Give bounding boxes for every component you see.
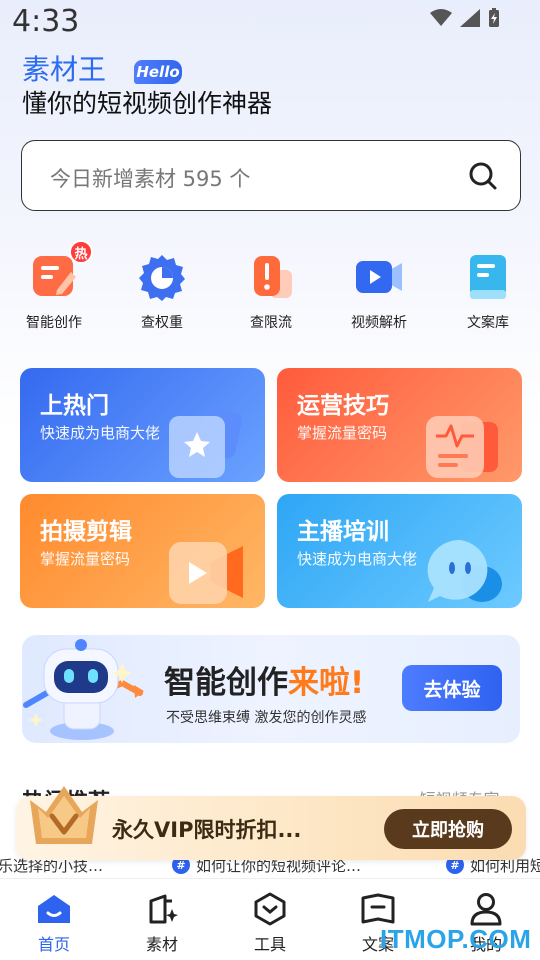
slogan: 懂你的短视频创作神器 bbox=[22, 89, 273, 118]
vip-text: 永久VIP限时折扣... bbox=[112, 818, 302, 842]
quick-action-copy-library[interactable]: 文案库 bbox=[438, 252, 538, 332]
quick-action-label: 查权重 bbox=[141, 315, 183, 331]
hello-badge: Hello bbox=[134, 60, 182, 84]
card-title: 运营技巧 bbox=[297, 393, 389, 419]
banner-title: 智能创作来啦! bbox=[164, 657, 364, 702]
smart-create-icon: 热 bbox=[29, 240, 93, 302]
quick-action-smart-create[interactable]: 热 智能创作 bbox=[4, 240, 104, 332]
video-camera-icon bbox=[354, 252, 404, 302]
quick-action-label: 视频解析 bbox=[351, 315, 407, 331]
wifi-icon bbox=[430, 9, 452, 26]
tools-icon bbox=[230, 891, 310, 927]
vip-promo-bar[interactable]: 永久VIP限时折扣... 立即抢购 bbox=[16, 786, 526, 860]
quick-action-video-parse[interactable]: 视频解析 bbox=[329, 252, 429, 332]
pie-chart-icon bbox=[137, 252, 187, 302]
chat-bubble-icon bbox=[427, 539, 502, 602]
nav-label: 素材 bbox=[145, 935, 178, 954]
watermark: ITMOP.COM bbox=[380, 924, 532, 954]
quick-action-weight[interactable]: 查权重 bbox=[112, 252, 212, 332]
video-play-icon bbox=[169, 542, 243, 604]
status-bar: 4:33 bbox=[0, 0, 540, 44]
card-anchor-training[interactable]: 主播培训 快速成为电商大佬 bbox=[277, 494, 522, 608]
brand-title: 素材王 bbox=[22, 53, 107, 86]
card-subtitle: 快速成为电商大佬 bbox=[40, 424, 161, 442]
banner-title-main: 智能创作 bbox=[164, 665, 288, 701]
card-subtitle: 掌握流量密码 bbox=[40, 550, 131, 568]
banner-subtitle: 不受思维束缚 激发您的创作灵感 bbox=[166, 710, 367, 726]
buy-now-button[interactable]: 立即抢购 bbox=[384, 809, 512, 849]
book-icon bbox=[463, 252, 513, 302]
material-icon bbox=[122, 891, 202, 927]
copywriting-icon bbox=[338, 891, 418, 927]
profile-icon bbox=[446, 891, 526, 927]
hot-badge: 热 bbox=[69, 240, 93, 264]
card-title: 主播培训 bbox=[297, 519, 389, 545]
quick-action-label: 智能创作 bbox=[26, 315, 82, 331]
nav-material[interactable]: 素材 bbox=[122, 891, 202, 955]
battery-icon bbox=[489, 8, 499, 27]
home-icon bbox=[14, 891, 94, 927]
card-title: 上热门 bbox=[40, 393, 109, 419]
banner-title-accent: 来啦! bbox=[288, 665, 365, 701]
card-title: 拍摄剪辑 bbox=[40, 519, 132, 545]
status-time: 4:33 bbox=[12, 4, 80, 39]
quick-action-label: 文案库 bbox=[467, 315, 509, 331]
robot-icon bbox=[23, 639, 144, 740]
quick-action-label: 查限流 bbox=[250, 315, 292, 331]
pulse-document-icon bbox=[426, 416, 498, 478]
nav-home[interactable]: 首页 bbox=[14, 891, 94, 955]
card-operation-tips[interactable]: 运营技巧 掌握流量密码 bbox=[277, 368, 522, 482]
signal-icon bbox=[460, 9, 480, 27]
nav-label: 工具 bbox=[253, 935, 286, 954]
quick-action-limit[interactable]: 查限流 bbox=[221, 252, 321, 332]
nav-tools[interactable]: 工具 bbox=[230, 891, 310, 955]
star-badge-icon bbox=[169, 408, 242, 478]
card-subtitle: 快速成为电商大佬 bbox=[297, 550, 418, 568]
card-filming-editing[interactable]: 拍摄剪辑 掌握流量密码 bbox=[20, 494, 265, 608]
search-placeholder: 今日新增素材 595 个 bbox=[50, 167, 251, 191]
search-input[interactable]: 今日新增素材 595 个 bbox=[21, 140, 521, 211]
card-trending[interactable]: 上热门 快速成为电商大佬 bbox=[20, 368, 265, 482]
search-icon[interactable] bbox=[468, 161, 498, 191]
crown-icon bbox=[30, 786, 98, 844]
card-subtitle: 掌握流量密码 bbox=[297, 424, 388, 442]
try-now-button[interactable]: 去体验 bbox=[402, 665, 502, 711]
nav-label: 首页 bbox=[37, 935, 70, 954]
ai-creation-banner[interactable]: 智能创作来啦! 不受思维束缚 激发您的创作灵感 去体验 bbox=[22, 635, 520, 743]
status-icons bbox=[430, 8, 500, 28]
alert-icon bbox=[246, 252, 296, 302]
